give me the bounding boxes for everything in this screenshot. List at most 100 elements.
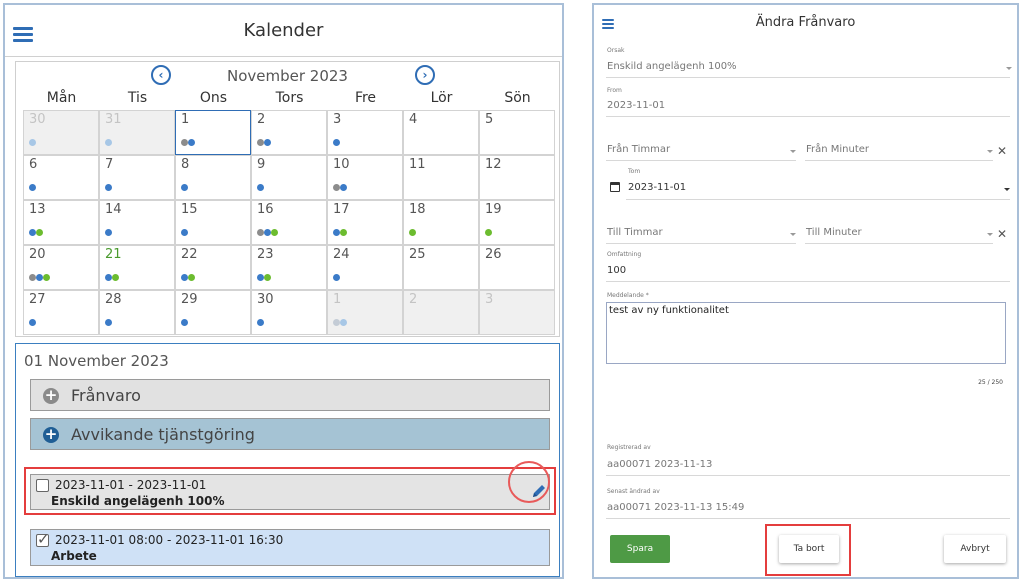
till-minuter-select[interactable]: Till Minuter xyxy=(806,227,862,238)
day-number: 8 xyxy=(181,157,190,172)
day-number: 30 xyxy=(29,112,46,127)
calendar-day-cell[interactable]: 22 xyxy=(175,245,251,290)
menu-icon[interactable] xyxy=(13,27,33,43)
day-number: 27 xyxy=(29,292,46,307)
calendar-day-cell[interactable]: 24 xyxy=(327,245,403,290)
calendar-day-cell[interactable]: 4 xyxy=(403,110,479,155)
calendar-day-cell[interactable]: 14 xyxy=(99,200,175,245)
event-dot xyxy=(181,274,188,281)
fran-timmar-select[interactable]: Från Timmar xyxy=(607,144,670,155)
day-number: 7 xyxy=(105,157,114,172)
event-dot xyxy=(181,139,188,146)
calendar-day-cell[interactable]: 26 xyxy=(479,245,555,290)
chevron-left-circle-icon[interactable]: ‹ xyxy=(151,65,171,85)
calendar-day-cell[interactable]: 9 xyxy=(251,155,327,200)
event-dot xyxy=(43,274,50,281)
meddelande-textarea[interactable]: test av ny funktionalitet xyxy=(606,302,1006,364)
omfattning-field[interactable]: 100 xyxy=(607,265,626,276)
work-entry[interactable]: 2023-11-01 08:00 - 2023-11-01 16:30 Arbe… xyxy=(30,529,550,566)
event-dot xyxy=(340,184,347,191)
day-number: 30 xyxy=(257,292,274,307)
highlight-edit-circle xyxy=(508,461,550,503)
event-dots xyxy=(333,266,340,281)
meddelande-label: Meddelande * xyxy=(607,292,649,299)
calendar-day-cell[interactable]: 23 xyxy=(251,245,327,290)
orsak-select[interactable]: Enskild angelägenh 100% xyxy=(607,61,737,72)
calendar-day-cell[interactable]: 6 xyxy=(23,155,99,200)
day-number: 16 xyxy=(257,202,274,217)
weekday-label: Ons xyxy=(199,90,228,106)
weekday-header: Mån Tis Ons Tors Fre Lör Sön xyxy=(16,90,559,110)
event-dots xyxy=(333,221,347,236)
add-franvaro-button[interactable]: + Frånvaro xyxy=(30,379,550,411)
form-title: Ändra Frånvaro xyxy=(755,15,856,30)
calendar-day-cell[interactable]: 28 xyxy=(99,290,175,335)
calendar-day-cell[interactable]: 20 xyxy=(23,245,99,290)
calendar-day-cell[interactable]: 19 xyxy=(479,200,555,245)
orsak-label: Orsak xyxy=(607,47,625,54)
event-dot xyxy=(257,274,264,281)
calendar-day-cell[interactable]: 18 xyxy=(403,200,479,245)
calendar-day-cell[interactable]: 1 xyxy=(175,110,251,155)
day-number: 23 xyxy=(257,247,274,262)
till-timmar-select[interactable]: Till Timmar xyxy=(607,227,663,238)
event-dots xyxy=(105,221,112,236)
calendar-day-cell[interactable]: 2 xyxy=(403,290,479,335)
event-dot xyxy=(257,229,264,236)
edit-absence-panel: Ändra Frånvaro Orsak Enskild angelägenh … xyxy=(592,3,1019,579)
chevron-down-icon xyxy=(987,233,993,236)
calendar-day-cell[interactable]: 7 xyxy=(99,155,175,200)
calendar-day-cell[interactable]: 21 xyxy=(99,245,175,290)
calendar-day-cell[interactable]: 25 xyxy=(403,245,479,290)
day-number: 2 xyxy=(257,112,266,127)
tom-date-field[interactable]: 2023-11-01 xyxy=(628,182,686,193)
calendar-day-cell[interactable]: 17 xyxy=(327,200,403,245)
calendar-day-cell[interactable]: 3 xyxy=(479,290,555,335)
event-dots xyxy=(105,266,119,281)
calendar-day-cell[interactable]: 27 xyxy=(23,290,99,335)
calendar-day-cell[interactable]: 12 xyxy=(479,155,555,200)
event-dot xyxy=(105,229,112,236)
calendar-day-cell[interactable]: 8 xyxy=(175,155,251,200)
add-avvikande-button[interactable]: + Avvikande tjänstgöring xyxy=(30,418,550,450)
day-number: 3 xyxy=(333,112,342,127)
event-dots xyxy=(29,266,50,281)
event-dot xyxy=(264,229,271,236)
from-date-field[interactable]: 2023-11-01 xyxy=(607,100,665,111)
calendar-day-cell[interactable]: 30 xyxy=(251,290,327,335)
calendar-icon[interactable] xyxy=(610,182,620,192)
close-icon[interactable]: ✕ xyxy=(997,145,1007,157)
save-button[interactable]: Spara xyxy=(610,535,670,563)
day-number: 2 xyxy=(409,292,418,307)
andrad-value: aa00071 2023-11-13 15:49 xyxy=(607,502,745,513)
close-icon[interactable]: ✕ xyxy=(997,228,1007,240)
calendar-day-cell[interactable]: 15 xyxy=(175,200,251,245)
day-number: 6 xyxy=(29,157,38,172)
omfattning-label: Omfattning xyxy=(607,251,642,258)
calendar-day-cell[interactable]: 10 xyxy=(327,155,403,200)
registrerad-value: aa00071 2023-11-13 xyxy=(607,459,713,470)
fran-minuter-select[interactable]: Från Minuter xyxy=(806,144,869,155)
calendar-day-cell[interactable]: 13 xyxy=(23,200,99,245)
calendar-day-cell[interactable]: 16 xyxy=(251,200,327,245)
calendar-day-cell[interactable]: 1 xyxy=(327,290,403,335)
weekday-label: Tors xyxy=(275,90,304,106)
calendar-day-cell[interactable]: 2 xyxy=(251,110,327,155)
weekday-label: Sön xyxy=(504,90,531,106)
day-number: 3 xyxy=(485,292,494,307)
calendar-day-cell[interactable]: 29 xyxy=(175,290,251,335)
chevron-right-circle-icon[interactable]: › xyxy=(415,65,435,85)
entry-checkbox-checked[interactable] xyxy=(36,530,50,548)
andrad-label: Senast ändrad av xyxy=(607,488,660,495)
highlight-delete-box xyxy=(765,524,851,576)
calendar-day-cell[interactable]: 11 xyxy=(403,155,479,200)
calendar-day-cell[interactable]: 3 xyxy=(327,110,403,155)
cancel-button[interactable]: Avbryt xyxy=(944,535,1006,563)
calendar-day-cell[interactable]: 31 xyxy=(99,110,175,155)
calendar-day-cell[interactable]: 5 xyxy=(479,110,555,155)
event-dots xyxy=(181,131,195,146)
from-underline xyxy=(606,116,1010,117)
till-minuter-underline xyxy=(805,243,993,244)
event-dot xyxy=(257,184,264,191)
calendar-day-cell[interactable]: 30 xyxy=(23,110,99,155)
